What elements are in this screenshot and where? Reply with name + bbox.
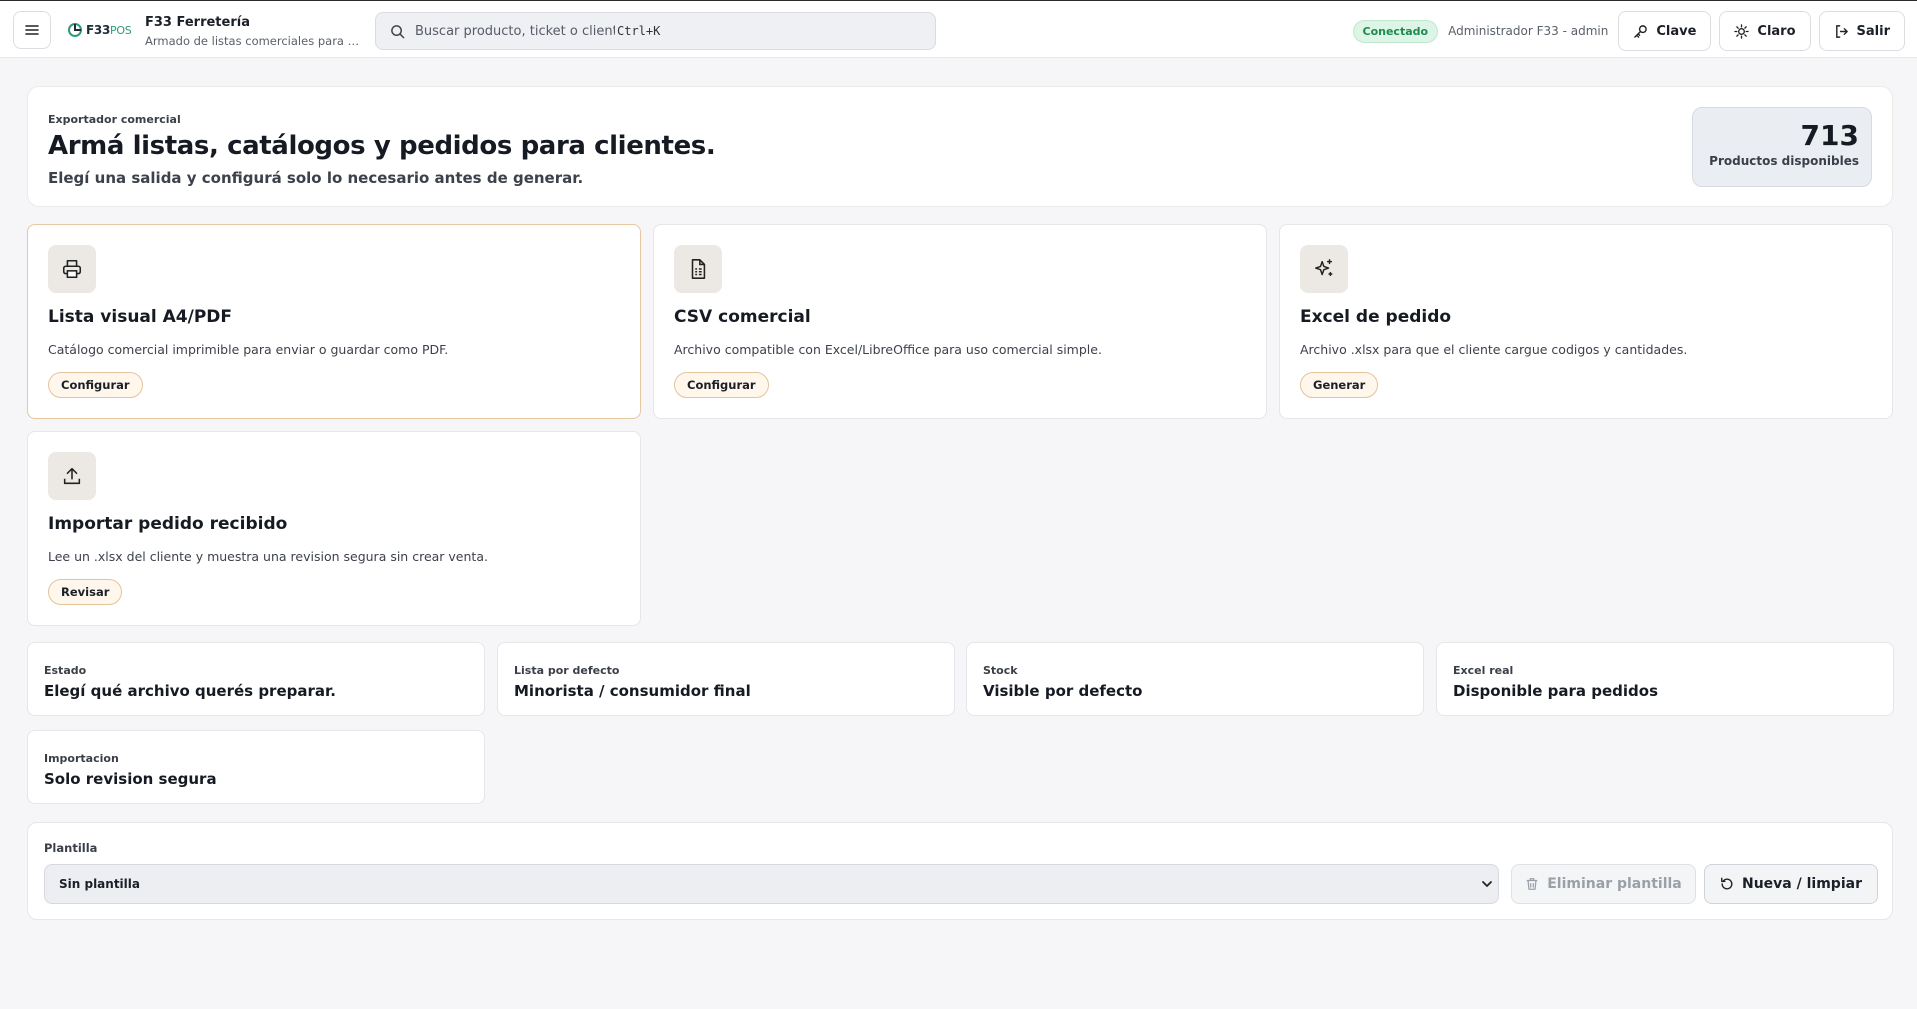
page-subtitle: Elegí una salida y configurá solo lo nec… [48, 169, 584, 187]
file-spreadsheet-icon [691, 259, 706, 279]
configure-pdf-button[interactable]: Configurar [48, 372, 143, 398]
generate-excel-button[interactable]: Generar [1300, 372, 1379, 398]
store-subtitle: Armado de listas comerciales para cli... [145, 34, 360, 48]
card-icon-box [48, 245, 96, 293]
import-order-card[interactable]: Importar pedido recibido Lee un .xlsx de… [27, 431, 641, 626]
review-import-button[interactable]: Revisar [48, 579, 123, 605]
products-available-label: Productos disponibles [1709, 154, 1859, 168]
card-title: Excel de pedido [1300, 307, 1452, 327]
default-list-tile: Lista por defecto Minorista / consumidor… [497, 642, 955, 716]
tile-value: Disponible para pedidos [1453, 682, 1659, 700]
template-panel: Plantilla Sin plantilla Eliminar plantil… [27, 822, 1893, 920]
card-icon-box [1300, 245, 1348, 293]
card-description: Catálogo comercial imprimible para envia… [48, 342, 449, 357]
logout-icon [1835, 24, 1848, 38]
top-right-actions: Conectado Administrador F33 - admin Clav… [1352, 11, 1905, 51]
trash-icon [1526, 878, 1538, 890]
card-icon-box [674, 245, 722, 293]
export-card-pdf[interactable]: Lista visual A4/PDF Catálogo comercial i… [27, 224, 641, 419]
products-available-stat: 713 Productos disponibles [1692, 107, 1872, 187]
connection-status-badge: Conectado [1352, 19, 1439, 43]
theme-toggle-label: Claro [1757, 23, 1796, 39]
tile-value: Elegí qué archivo querés preparar. [44, 682, 336, 700]
key-icon [1634, 24, 1648, 38]
hero-kicker: Exportador comercial [48, 113, 181, 126]
logo-icon [68, 23, 82, 37]
printer-icon [62, 259, 82, 279]
change-password-button[interactable]: Clave [1618, 11, 1712, 51]
menu-button[interactable] [13, 11, 51, 49]
search-input[interactable] [415, 23, 615, 39]
logout-button[interactable]: Salir [1818, 11, 1905, 51]
export-hero: Exportador comercial Armá listas, catálo… [27, 86, 1893, 207]
new-clear-label: Nueva / limpiar [1742, 876, 1862, 892]
tile-label: Importacion [44, 752, 119, 765]
theme-toggle-button[interactable]: Claro [1719, 11, 1811, 51]
refresh-icon [1721, 877, 1733, 890]
export-card-excel[interactable]: Excel de pedido Archivo .xlsx para que e… [1279, 224, 1893, 419]
template-label: Plantilla [44, 841, 98, 855]
tile-label: Lista por defecto [514, 664, 620, 677]
new-clear-button[interactable]: Nueva / limpiar [1704, 864, 1878, 904]
app-logo: F33POS [67, 20, 132, 40]
card-icon-box [48, 452, 96, 500]
excel-real-tile: Excel real Disponible para pedidos [1436, 642, 1894, 716]
stock-tile: Stock Visible por defecto [966, 642, 1424, 716]
delete-template-button[interactable]: Eliminar plantilla [1511, 864, 1696, 904]
menu-icon [25, 25, 39, 35]
import-tile: Importacion Solo revision segura [27, 730, 485, 804]
delete-template-label: Eliminar plantilla [1547, 876, 1682, 892]
tile-label: Excel real [1453, 664, 1514, 677]
global-search[interactable]: Ctrl+K [375, 12, 936, 50]
current-user: Administrador F33 - admin [1448, 24, 1609, 38]
card-description: Lee un .xlsx del cliente y muestra una r… [48, 549, 488, 564]
card-title: CSV comercial [674, 307, 811, 327]
page-title: Armá listas, catálogos y pedidos para cl… [48, 131, 716, 161]
search-shortcut: Ctrl+K [617, 24, 661, 38]
products-available-count: 713 [1800, 119, 1859, 152]
tile-value: Solo revision segura [44, 770, 217, 788]
card-title: Lista visual A4/PDF [48, 307, 233, 327]
logo-text: F33POS [86, 23, 132, 37]
sparkles-icon [1315, 259, 1333, 277]
search-icon [391, 24, 405, 38]
sun-icon [1734, 23, 1750, 39]
store-title: F33 Ferretería [145, 15, 250, 30]
template-select[interactable]: Sin plantilla [44, 864, 1499, 904]
card-description: Archivo compatible con Excel/LibreOffice… [674, 342, 1102, 357]
configure-csv-button[interactable]: Configurar [674, 372, 769, 398]
top-bar: F33POS F33 Ferretería Armado de listas c… [0, 0, 1917, 58]
export-card-csv[interactable]: CSV comercial Archivo compatible con Exc… [653, 224, 1267, 419]
logout-label: Salir [1856, 23, 1890, 39]
tile-label: Stock [983, 664, 1018, 677]
status-tile: Estado Elegí qué archivo querés preparar… [27, 642, 485, 716]
tile-value: Visible por defecto [983, 682, 1143, 700]
change-password-label: Clave [1656, 23, 1697, 39]
tile-value: Minorista / consumidor final [514, 682, 751, 700]
tile-label: Estado [44, 664, 87, 677]
upload-icon [63, 467, 81, 485]
card-title: Importar pedido recibido [48, 514, 288, 534]
card-description: Archivo .xlsx para que el cliente cargue… [1300, 342, 1688, 357]
